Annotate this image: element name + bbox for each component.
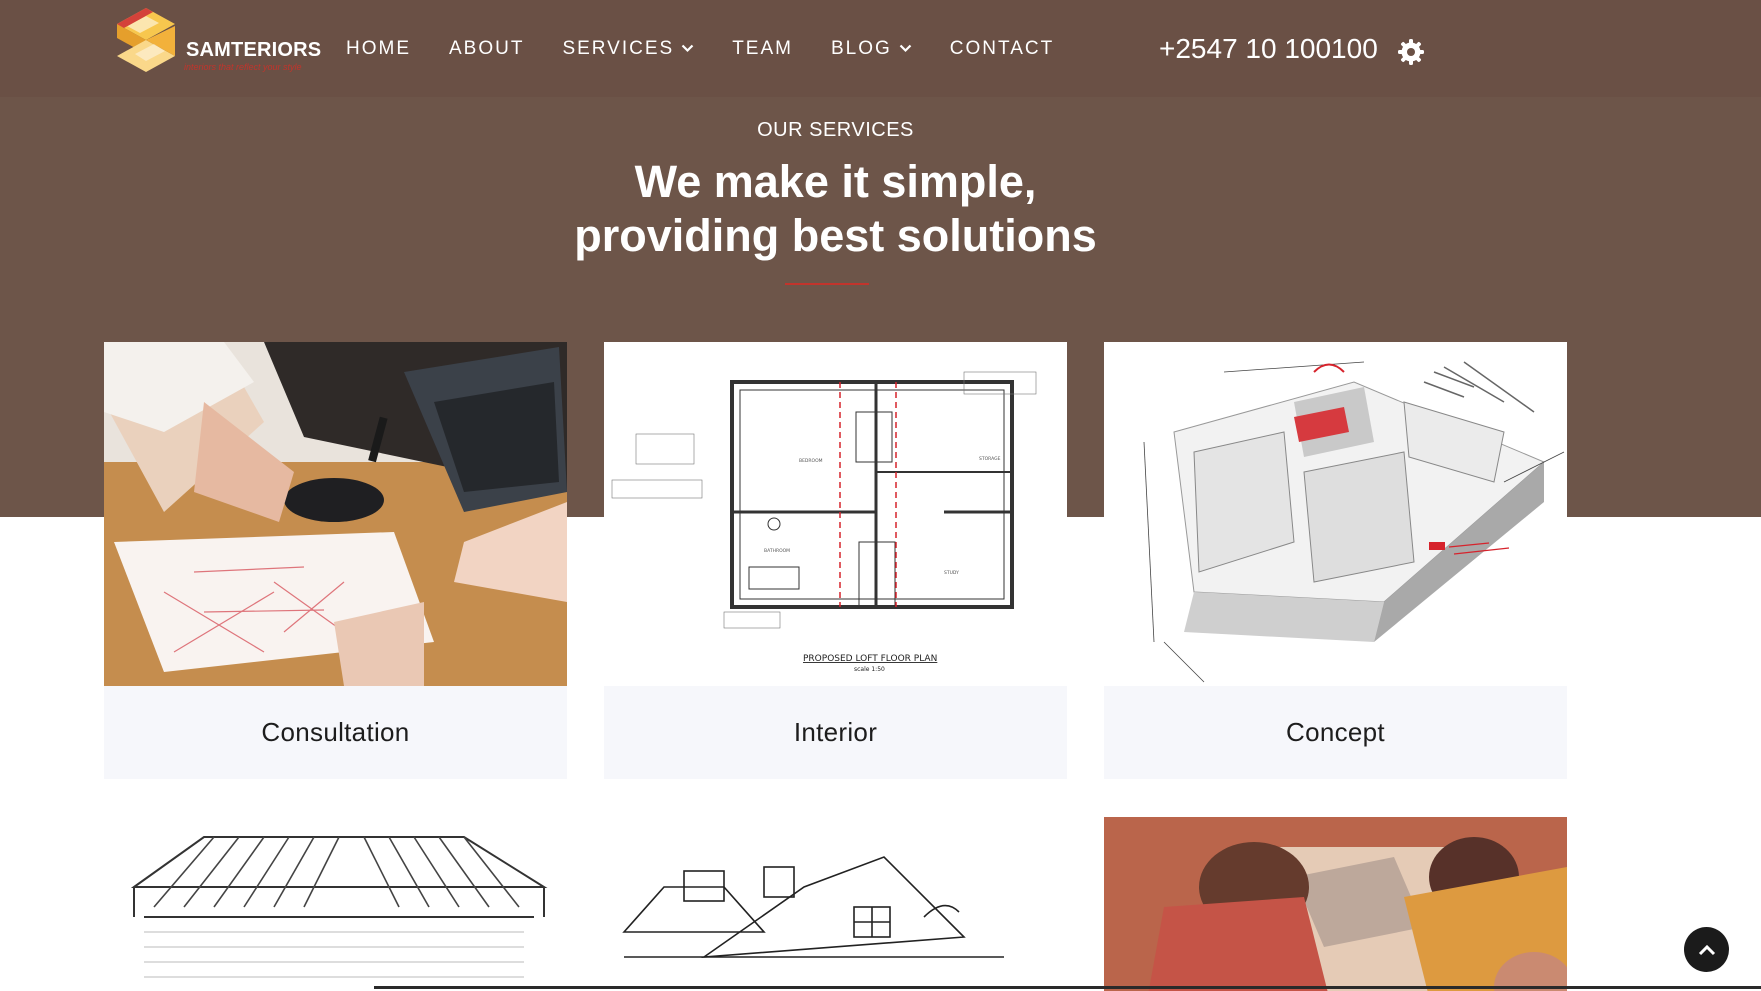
title-divider: [785, 283, 869, 285]
service-card-concept[interactable]: Concept: [1104, 342, 1567, 779]
nav-team[interactable]: TEAM: [732, 38, 793, 60]
nav-blog-label: BLOG: [830, 37, 892, 59]
logo-mark-icon: [117, 8, 175, 72]
nav-team-label: TEAM: [732, 37, 793, 59]
service-card-interior[interactable]: BEDROOM BATHROOM STUDY STORAGE PROPOSED …: [604, 342, 1067, 779]
main-nav: HOME ABOUT SERVICES TEAM BLOG CONTACT: [346, 0, 1092, 97]
section-title: We make it simple, providing best soluti…: [0, 155, 1671, 263]
chevron-up-icon: [1698, 944, 1715, 955]
brand-tagline: interiors that reflect your style: [184, 62, 302, 72]
consultation-label: Consultation: [104, 686, 567, 779]
phone-number[interactable]: +2547 10 100100: [1159, 33, 1378, 65]
nav-about-label: ABOUT: [449, 37, 525, 59]
section-title-line2: providing best solutions: [574, 210, 1097, 261]
site-header: SAMTERIORS interiors that reflect your s…: [0, 0, 1761, 97]
nav-contact-label: CONTACT: [949, 37, 1055, 59]
nav-about[interactable]: ABOUT: [449, 38, 524, 60]
floorplan-caption: PROPOSED LOFT FLOOR PLAN: [803, 654, 937, 664]
nav-blog[interactable]: BLOG: [831, 38, 912, 60]
house-sketch-image: [604, 817, 1067, 991]
svg-text:STUDY: STUDY: [944, 570, 959, 576]
team-working-image: [1104, 817, 1567, 991]
nav-services-label: SERVICES: [562, 37, 675, 59]
consultation-image: [104, 342, 567, 686]
svg-text:BEDROOM: BEDROOM: [799, 458, 823, 464]
gear-icon[interactable]: [1398, 39, 1424, 65]
chevron-down-icon: [899, 44, 912, 53]
scroll-to-top-button[interactable]: [1684, 927, 1729, 972]
brand-name: SAMTERIORS: [186, 39, 322, 61]
nav-home[interactable]: HOME: [346, 38, 411, 60]
section-title-line1: We make it simple,: [634, 156, 1037, 207]
section-eyebrow: OUR SERVICES: [757, 119, 914, 141]
interior-image: BEDROOM BATHROOM STUDY STORAGE PROPOSED …: [604, 342, 1067, 686]
nav-contact[interactable]: CONTACT: [950, 38, 1054, 60]
svg-text:BATHROOM: BATHROOM: [764, 548, 790, 554]
interior-label: Interior: [604, 686, 1067, 779]
chevron-down-icon: [681, 44, 694, 53]
bottom-divider: [374, 986, 1761, 989]
floorplan-scale: scale 1:50: [854, 666, 885, 673]
roof-structure-image: [104, 817, 567, 991]
svg-text:STORAGE: STORAGE: [979, 456, 1001, 462]
nav-home-label: HOME: [346, 37, 411, 59]
concept-label: Concept: [1104, 686, 1567, 779]
site-logo[interactable]: SAMTERIORS interiors that reflect your s…: [113, 6, 328, 78]
nav-services[interactable]: SERVICES: [562, 38, 694, 60]
service-card-consultation[interactable]: Consultation: [104, 342, 567, 779]
concept-image: [1104, 342, 1567, 686]
